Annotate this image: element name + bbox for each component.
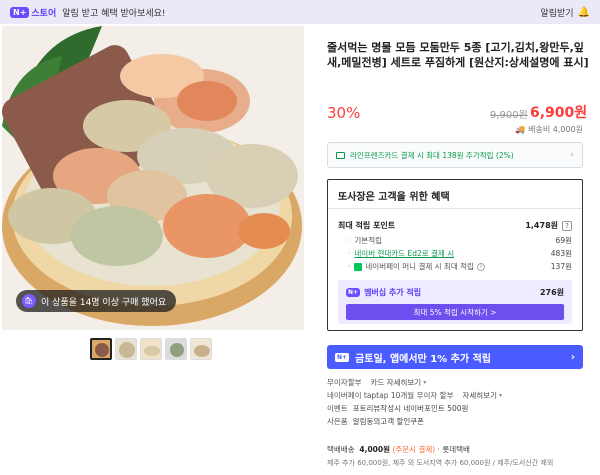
benefit-row-basic: 기본적립 69원 — [338, 235, 572, 246]
benefit-row-value: 483원 — [550, 249, 572, 258]
notify-button[interactable]: 알림받기 🔔 — [540, 0, 590, 24]
promo-text: 금토일, 앱에서만 1% 추가 적립 — [355, 353, 491, 365]
info-link[interactable]: 카드 자세히보기 — [371, 377, 422, 388]
info-link[interactable]: 자세히보기 — [462, 390, 497, 401]
shipping-carrier: · 롯데택배 — [437, 445, 470, 454]
taptap-row: 네이버페이 taptap 10개월 무이자 할부 자세히보기 ▾ — [327, 389, 589, 402]
shipping-condition: (주문시 결제) — [392, 445, 436, 454]
thumbnail-strip — [90, 338, 212, 360]
benefit-row-value: 69원 — [555, 236, 572, 245]
thumbnail-1[interactable] — [90, 338, 112, 360]
info-key: 무이자할부 — [327, 378, 362, 387]
max-points-label: 최대 적립 포인트 — [338, 221, 396, 230]
info-value: 알림동의고객 할인쿠폰 — [352, 417, 425, 426]
notification-message: 알림 받고 혜택 받아보세요! — [62, 8, 166, 19]
shipping-method: 택배배송 — [327, 445, 355, 454]
membership-panel: N+ 멤버십 추가 적립 276원 최대 5% 적립 시작하기 > — [338, 280, 572, 324]
original-price: 9,900원 — [490, 110, 528, 121]
event-row: 이벤트 포토리뷰작성시 네이버포인트 500원 — [327, 402, 589, 415]
benefit-row-card[interactable]: 네이버 현대카드 Ed2로 결제 시 483원 — [338, 248, 572, 259]
membership-start-button[interactable]: 최대 5% 적립 시작하기 > — [346, 304, 564, 320]
card-benefit-bar[interactable]: 라인프렌즈카드 결제 시 최대 138원 추가적립 (2%) › — [327, 142, 583, 168]
notification-bar: N+ 스토어 알림 받고 혜택 받아보세요! 알림받기 🔔 — [0, 0, 600, 24]
benefit-row-label: 네이버페이 머니 결제 시 최대 적립 — [365, 262, 474, 271]
naver-plus-badge: N+ — [335, 352, 350, 362]
divider — [328, 208, 582, 209]
card-benefit-text: 라인프렌즈카드 결제 시 최대 138원 추가적립 (2%) — [350, 150, 514, 160]
benefit-title: 또사장은 고객을 위한 혜택 — [338, 192, 450, 203]
bell-icon: 🔔 — [577, 6, 590, 18]
gift-row: 사은품 알림동의고객 할인쿠폰 — [327, 415, 589, 428]
discount-rate: 30% — [327, 104, 361, 122]
info-key: 네이버페이 taptap 10개월 무이자 할부 — [327, 391, 454, 400]
shipping-extra: 제주 추가 60,000원, 제주 외 도서지역 추가 60,000원 / 제주… — [327, 459, 554, 467]
chevron-right-icon: › — [570, 351, 575, 363]
benefit-row-label: 기본적립 — [354, 236, 382, 245]
shipping-price: 4,000원 — [359, 445, 391, 454]
thumbnail-2[interactable] — [115, 338, 137, 360]
max-points-row: 최대 적립 포인트 1,478원 ? — [338, 220, 572, 231]
benefit-row-pay-money[interactable]: 네이버페이 머니 결제 시 최대 적립 i 137원 — [338, 261, 572, 272]
shopping-bag-icon: 🛍 — [22, 294, 36, 308]
info-key: 이벤트 — [327, 404, 348, 413]
info-value: 포토리뷰작성시 네이버포인트 500원 — [352, 404, 469, 413]
chevron-down-icon: ▾ — [498, 392, 502, 399]
membership-value: 276원 — [539, 288, 564, 297]
naver-plus-badge: N+ — [10, 6, 30, 18]
thumbnail-5[interactable] — [190, 338, 212, 360]
info-icon[interactable]: i — [476, 262, 485, 271]
store-label: 스토어 — [31, 8, 57, 19]
membership-label: 멤버십 추가 적립 — [364, 288, 422, 297]
installment-row: 무이자할부 카드 자세히보기 ▾ — [327, 376, 589, 389]
product-image[interactable]: 🛍 이 상품을 14명 이상 구매 했어요 — [2, 26, 304, 330]
chevron-right-icon: › — [570, 150, 574, 160]
shipping-summary: 🚚 배송비 4,000원 — [515, 124, 583, 135]
membership-row: N+ 멤버십 추가 적립 276원 — [346, 287, 564, 298]
truck-icon: 🚚 — [515, 125, 526, 134]
shipping-summary-text: 배송비 4,000원 — [528, 125, 583, 134]
dumplings-illustration — [2, 26, 304, 330]
app-promo-banner[interactable]: N+ 금토일, 앱에서만 1% 추가 적립 › — [327, 345, 583, 369]
product-title: 줄서먹는 명물 모듬 모둠만두 5종 [고기,김치,왕만두,잎새,메밀전병] 세… — [327, 41, 589, 69]
thumbnail-3[interactable] — [140, 338, 162, 360]
benefit-row-label: 네이버 현대카드 Ed2로 결제 시 — [354, 249, 455, 258]
benefit-box: 또사장은 고객을 위한 혜택 최대 적립 포인트 1,478원 ? 기본적립 6… — [327, 179, 583, 331]
chevron-down-icon: ▾ — [423, 379, 427, 386]
credit-card-icon — [336, 151, 345, 159]
naver-plus-badge: N+ — [346, 288, 361, 297]
notify-label: 알림받기 — [540, 8, 574, 19]
help-icon[interactable]: ? — [562, 220, 572, 231]
benefit-row-value: 137원 — [550, 262, 572, 271]
naver-pay-icon — [354, 262, 363, 271]
buyers-count-pill: 🛍 이 상품을 14명 이상 구매 했어요 — [16, 290, 177, 312]
info-key: 사은품 — [327, 417, 348, 426]
max-points-value: 1,478원 — [525, 221, 558, 230]
purchase-info-list: 무이자할부 카드 자세히보기 ▾ 네이버페이 taptap 10개월 무이자 할… — [327, 376, 589, 428]
thumbnail-4[interactable] — [165, 338, 187, 360]
shipping-line: 택배배송 4,000원 (주문시 결제) · 롯데택배 — [327, 444, 470, 455]
buyers-count-text: 이 상품을 14명 이상 구매 했어요 — [41, 297, 167, 308]
sale-price: 6,900원 — [530, 105, 588, 121]
